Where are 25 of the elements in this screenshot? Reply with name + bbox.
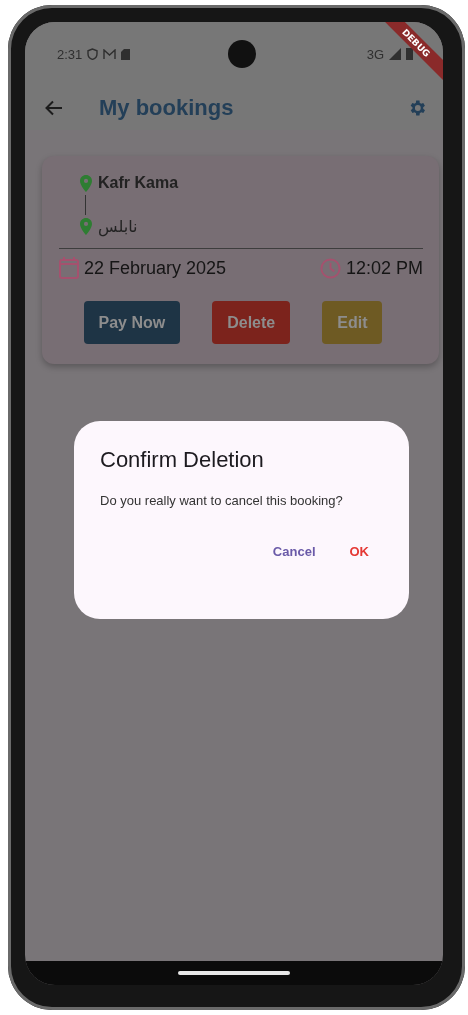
origin-city: Kafr Kama bbox=[98, 174, 179, 192]
back-arrow-icon[interactable] bbox=[45, 100, 63, 116]
location-pin-icon bbox=[80, 174, 92, 192]
home-indicator[interactable] bbox=[178, 971, 290, 975]
network-type: 3G bbox=[366, 46, 384, 62]
camera-icon bbox=[228, 40, 256, 68]
booking-action-button[interactable]: Edit bbox=[322, 301, 383, 344]
destination-city: نابلس bbox=[98, 217, 138, 236]
dialog-message: Do you really want to cancel this booking? bbox=[100, 493, 344, 508]
booking-time: 12:02 PM bbox=[345, 257, 423, 279]
booking-action-button[interactable]: Delete bbox=[212, 301, 291, 344]
shield-icon bbox=[87, 48, 99, 60]
sd-card-icon bbox=[121, 48, 131, 60]
location-pin-icon bbox=[80, 218, 92, 235]
dialog-title: Confirm Deletion bbox=[100, 447, 265, 473]
status-time: 2:31 bbox=[57, 46, 83, 62]
calendar-icon bbox=[59, 257, 79, 279]
signal-icon bbox=[389, 48, 401, 60]
page-title: My bookings bbox=[99, 95, 235, 121]
dialog-action-button[interactable]: Cancel bbox=[260, 538, 328, 565]
booking-action-button[interactable]: Pay Now bbox=[83, 301, 181, 344]
dialog-action-button[interactable]: OK bbox=[337, 538, 381, 565]
booking-date: 22 February 2025 bbox=[84, 257, 227, 279]
mail-icon bbox=[103, 48, 117, 60]
clock-icon bbox=[319, 257, 341, 279]
